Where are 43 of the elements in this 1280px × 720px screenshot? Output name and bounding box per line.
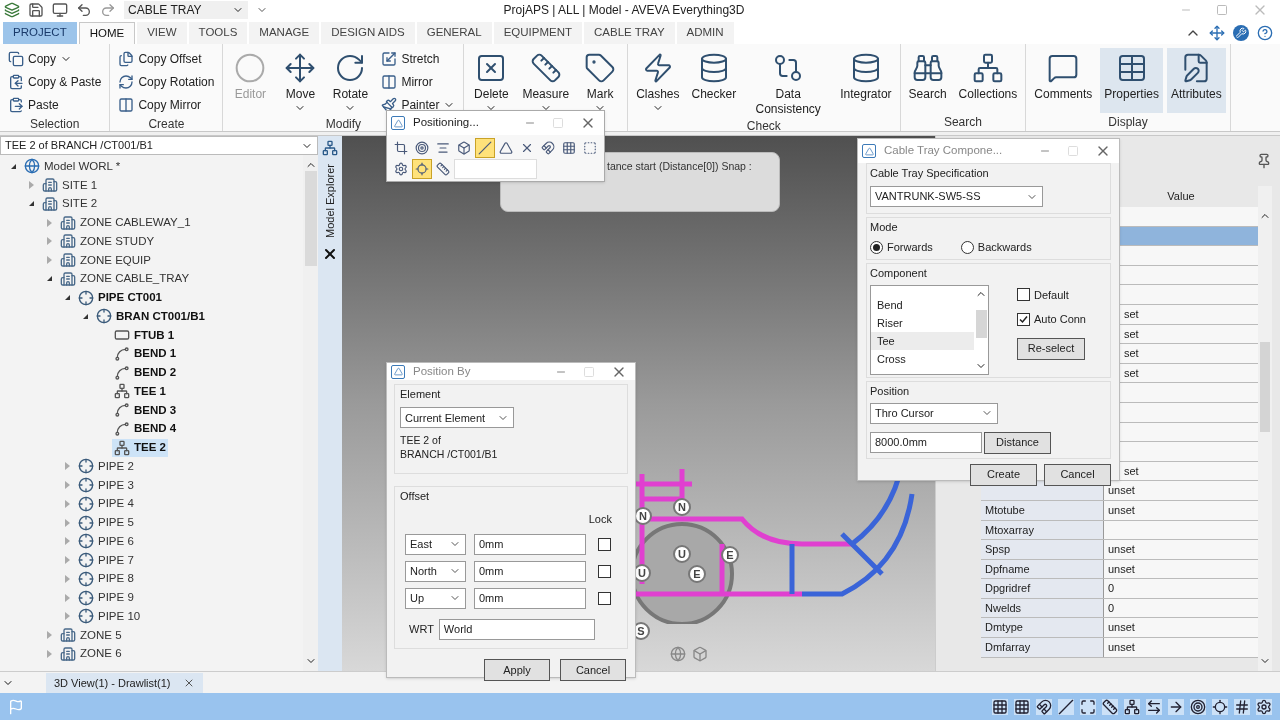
property-value: set [1124, 464, 1139, 477]
property-name: Dmfarray [985, 641, 1031, 654]
group-label: Position [870, 384, 910, 397]
property-name: Mtoxarray [985, 523, 1034, 536]
group-label: Cable Tray Specification [870, 167, 989, 179]
axis-label: E [721, 546, 739, 564]
property-value: set [1124, 327, 1139, 340]
property-value: 0 [1108, 601, 1115, 614]
group-label: Selection [30, 117, 80, 131]
element-description: TEE 2 of BRANCH /CT001/B1 [400, 433, 499, 462]
dialog-title: Positioning... [413, 115, 479, 131]
group-label: Modify [325, 117, 362, 131]
group-label: Create [148, 117, 185, 131]
group-label: Offset [400, 490, 430, 503]
property-value: unset [1108, 543, 1135, 556]
property-name: Spsp [985, 543, 1011, 556]
property-value: set [1124, 307, 1139, 320]
group-label: Display [1108, 115, 1148, 129]
field-label: WRT [409, 622, 434, 637]
property-value: set [1124, 366, 1139, 379]
property-name: Dpgridref [985, 582, 1031, 595]
dialog-title: Position By [413, 364, 471, 379]
window-title: ProjAPS | ALL | Model - AVEVA Everything3D [503, 2, 745, 19]
group-label: Component [870, 266, 927, 279]
column-label: Lock [588, 512, 612, 528]
dialog-title: Cable Tray Compone... [884, 143, 1003, 159]
axis-label: N [673, 498, 691, 516]
group-label: Element [400, 388, 441, 401]
property-name: Dmtype [985, 621, 1023, 634]
property-value: unset [1108, 621, 1135, 634]
column-header: Value [1166, 189, 1196, 204]
property-value: unset [1108, 562, 1135, 575]
property-name: Dpfname [985, 562, 1030, 575]
property-value: unset [1108, 641, 1135, 654]
group-label: Check [746, 119, 781, 133]
property-value: set [1124, 347, 1139, 360]
property-name: Mtotube [985, 503, 1025, 516]
group-label: Search [943, 115, 982, 129]
property-value: unset [1108, 484, 1135, 497]
property-name: Nwelds [985, 601, 1022, 614]
property-value: 0 [1108, 582, 1115, 595]
property-value: unset [1108, 503, 1135, 516]
group-label: Mode [870, 221, 898, 233]
